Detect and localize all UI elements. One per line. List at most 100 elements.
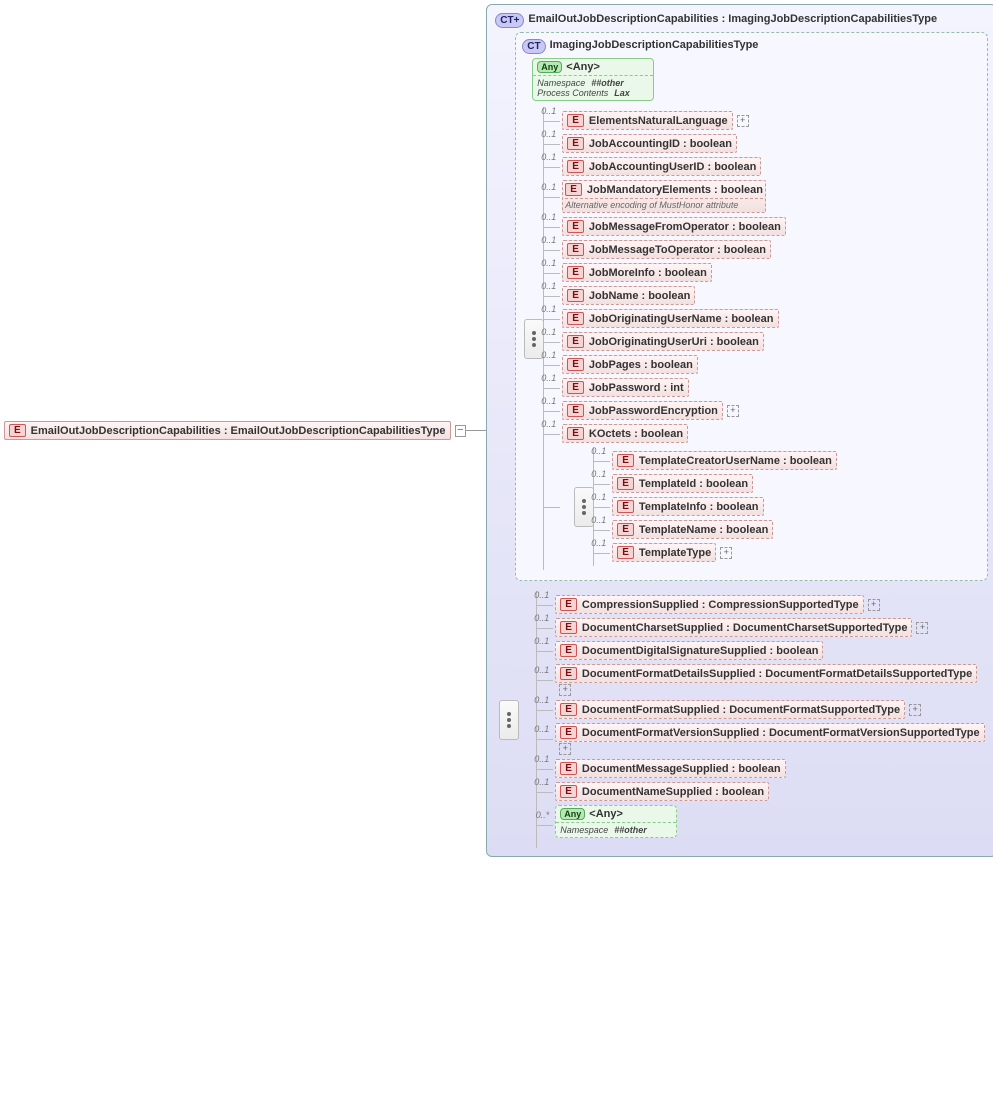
element-badge: E [567, 137, 584, 150]
occurrence-label: 0..1 [541, 350, 558, 360]
schema-element[interactable]: E JobOriginatingUserName : boolean [562, 309, 778, 328]
element-label: JobMoreInfo : boolean [589, 267, 707, 279]
schema-element-row: 0..1EDocumentFormatVersionSupplied : Doc… [555, 723, 988, 755]
schema-element-row: 0..1EJobName : boolean [562, 286, 981, 305]
occurrence-label: 0..1 [534, 724, 551, 734]
schema-element-row: 0..1EJobPasswordEncryption+ [562, 401, 981, 420]
schema-element[interactable]: EDocumentFormatVersionSupplied : Documen… [555, 723, 984, 742]
schema-element[interactable]: EDocumentDigitalSignatureSupplied : bool… [555, 641, 823, 660]
expand-icon[interactable]: + [868, 599, 880, 611]
schema-element-row: 0..1EDocumentMessageSupplied : boolean [555, 759, 988, 778]
schema-element[interactable]: E JobOriginatingUserUri : boolean [562, 332, 764, 351]
schema-element[interactable]: E JobMessageToOperator : boolean [562, 240, 771, 259]
schema-element[interactable]: ETemplateName : boolean [612, 520, 773, 539]
occurrence-label: 0..1 [534, 695, 551, 705]
schema-element[interactable]: ECompressionSupplied : CompressionSuppor… [555, 595, 863, 614]
template-sequence: 0..1 ETemplateCreatorUserName : boolean 0.… [572, 447, 981, 566]
occurrence-label: 0..1 [541, 106, 558, 116]
element-badge: E [567, 404, 584, 417]
schema-element[interactable]: ETemplateType [612, 543, 716, 562]
any-attribute-block[interactable]: Any <Any> Namespace##other Process Conte… [532, 58, 654, 101]
schema-element-row: 0..1EDocumentCharsetSupplied : DocumentC… [555, 618, 988, 637]
schema-element[interactable]: EJobPassword : int [562, 378, 688, 397]
schema-element-row: 0..1EDocumentFormatDetailsSupplied : Doc… [555, 664, 988, 696]
inner-sequence: 0..1EElementsNaturalLanguage+0..1EJobAcc… [522, 107, 981, 570]
schema-element[interactable]: EJobMoreInfo : boolean [562, 263, 712, 282]
element-label: DocumentMessageSupplied : boolean [582, 763, 781, 775]
occurrence-label: 0..* [536, 810, 552, 820]
expand-icon[interactable]: + [559, 743, 571, 755]
schema-element-row: 0..1EDocumentDigitalSignatureSupplied : … [555, 641, 988, 660]
element-badge: E [617, 454, 634, 467]
element-badge: E [567, 312, 584, 325]
element-label: CompressionSupplied : CompressionSupport… [582, 599, 859, 611]
outer-header: CT+ EmailOutJobDescriptionCapabilities :… [495, 13, 988, 28]
sequence-icon[interactable] [499, 700, 519, 740]
occurrence-label: 0..1 [534, 665, 551, 675]
element-badge: E [560, 762, 577, 775]
occurrence-label: 0..1 [541, 258, 558, 268]
element-label: KOctets : boolean [589, 428, 683, 440]
element-badge: E [9, 424, 26, 437]
schema-element-row: 0..1EKOctets : boolean [562, 424, 981, 443]
element-label: DocumentFormatSupplied : DocumentFormatS… [582, 704, 900, 716]
element-badge: E [567, 114, 584, 127]
any-element-row: 0..*Any<Any>Namespace##other [555, 805, 988, 844]
any-details: Namespace##other [556, 822, 676, 837]
schema-element[interactable]: EJobMessageFromOperator : boolean [562, 217, 786, 236]
schema-element[interactable]: EJobMandatoryElements : boolean [565, 183, 763, 196]
schema-element-row: 0..1ECompressionSupplied : CompressionSu… [555, 595, 988, 614]
element-label: JobMessageToOperator : boolean [589, 244, 766, 256]
inner-title: ImagingJobDescriptionCapabilitiesType [550, 39, 759, 51]
occurrence-label: 0..1 [534, 613, 551, 623]
element-label: JobAccountingID : boolean [589, 138, 732, 150]
schema-element-row: 0..1EJobMoreInfo : boolean [562, 263, 981, 282]
schema-element-row: 0..1EDocumentFormatSupplied : DocumentFo… [555, 700, 988, 719]
schema-element[interactable]: EDocumentCharsetSupplied : DocumentChars… [555, 618, 912, 637]
schema-element[interactable]: E JobAccountingID : boolean [562, 134, 737, 153]
schema-element[interactable]: EJobPasswordEncryption [562, 401, 723, 420]
element-badge: E [617, 523, 634, 536]
element-badge: E [617, 500, 634, 513]
occurrence-label: 0..1 [541, 304, 558, 314]
schema-element[interactable]: ETemplateId : boolean [612, 474, 753, 493]
expand-icon[interactable]: + [727, 405, 739, 417]
element-badge: E [560, 785, 577, 798]
schema-element[interactable]: EJobPages : boolean [562, 355, 698, 374]
element-badge: E [560, 667, 577, 680]
occurrence-label: 0..1 [534, 590, 551, 600]
schema-element[interactable]: ETemplateCreatorUserName : boolean [612, 451, 837, 470]
expand-icon[interactable]: + [909, 704, 921, 716]
element-label: JobOriginatingUserName : boolean [589, 313, 774, 325]
element-badge: E [567, 335, 584, 348]
schema-element[interactable]: E DocumentMessageSupplied : boolean [555, 759, 785, 778]
element-badge: E [567, 243, 584, 256]
element-badge: E [567, 220, 584, 233]
occurrence-label: 0..1 [541, 373, 558, 383]
expand-icon[interactable]: + [916, 622, 928, 634]
any-element-block[interactable]: Any<Any>Namespace##other [555, 805, 677, 838]
element-badge: E [567, 381, 584, 394]
schema-element[interactable]: EDocumentFormatSupplied : DocumentFormat… [555, 700, 905, 719]
occurrence-label: 0..1 [591, 469, 608, 479]
root-element[interactable]: E EmailOutJobDescriptionCapabilities : E… [4, 421, 451, 440]
occurrence-label: 0..1 [541, 152, 558, 162]
schema-element[interactable]: E KOctets : boolean [562, 424, 688, 443]
expand-icon[interactable]: + [720, 547, 732, 559]
expand-icon[interactable]: + [559, 684, 571, 696]
expand-icon[interactable]: + [737, 115, 749, 127]
any-badge: Any [560, 808, 585, 820]
schema-element[interactable]: ETemplateInfo : boolean [612, 497, 763, 516]
schema-element[interactable]: EDocumentFormatDetailsSupplied : Documen… [555, 664, 977, 683]
element-label: JobOriginatingUserUri : boolean [589, 336, 759, 348]
schema-element-row: 0..1ETemplateName : boolean [612, 520, 981, 539]
schema-element[interactable]: EJobName : boolean [562, 286, 695, 305]
occurrence-label: 0..1 [541, 327, 558, 337]
collapse-icon[interactable]: − [455, 425, 467, 437]
element-badge: E [567, 427, 584, 440]
schema-element-row: 0..1EJobPages : boolean [562, 355, 981, 374]
schema-element[interactable]: EJobAccountingUserID : boolean [562, 157, 761, 176]
schema-element[interactable]: EElementsNaturalLanguage [562, 111, 732, 130]
occurrence-label: 0..1 [541, 182, 558, 192]
schema-element[interactable]: EDocumentNameSupplied : boolean [555, 782, 769, 801]
